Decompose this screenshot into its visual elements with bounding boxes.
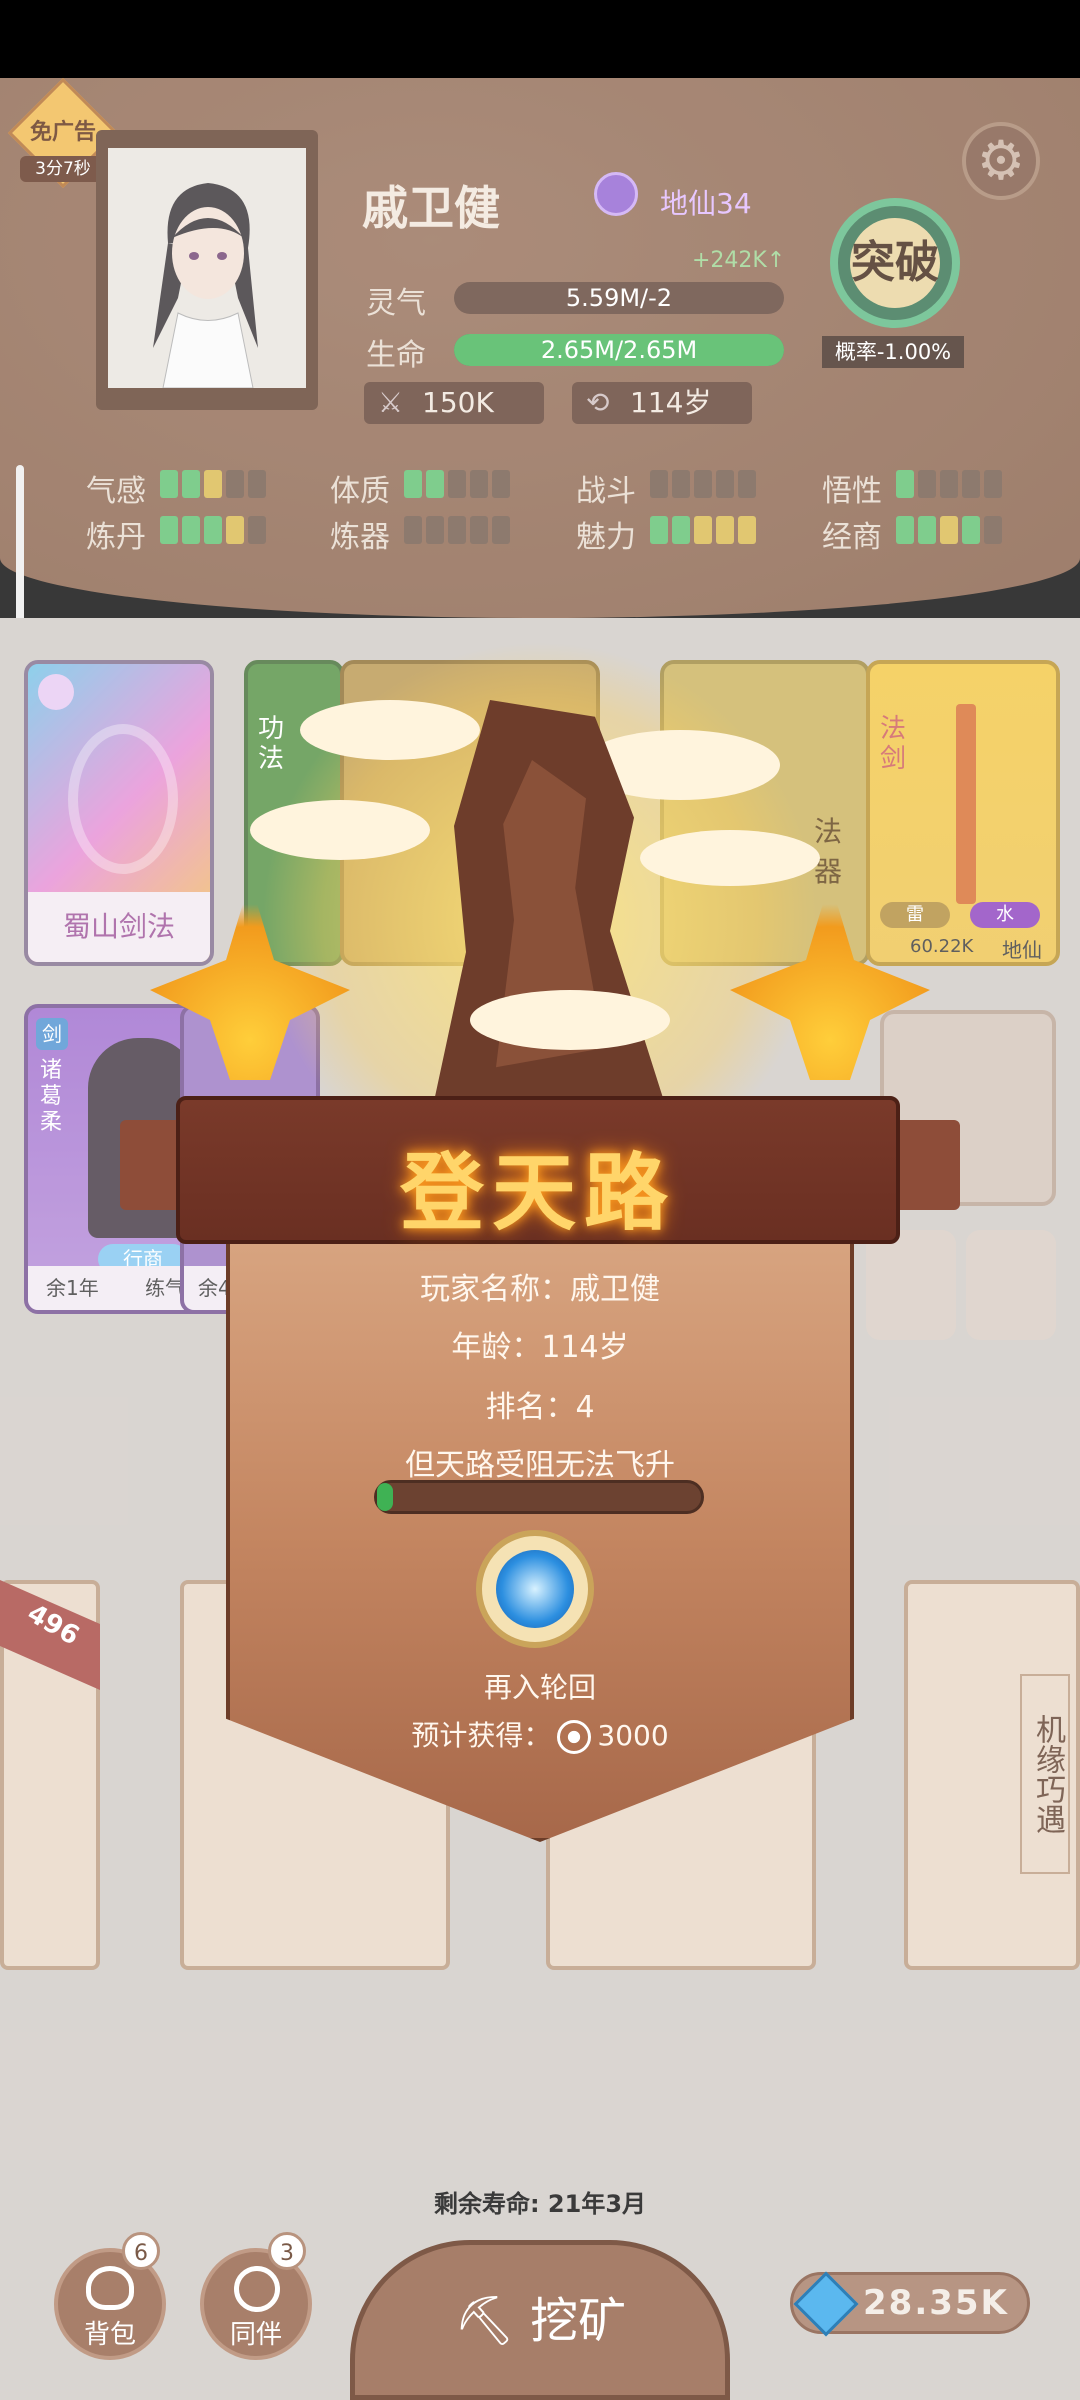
modal-age: 年龄：114岁: [451, 1330, 629, 1365]
vortex-icon: [496, 1550, 574, 1628]
modal-title: 登天路: [399, 1144, 676, 1242]
reward-value: 3000: [597, 1719, 669, 1752]
crystal-currency[interactable]: 28.35K: [790, 2271, 1030, 2337]
modal-rank: 排名：4: [485, 1390, 595, 1425]
cloud-decor: [250, 800, 430, 860]
crystal-count: 28.35K: [863, 2283, 1009, 2323]
crystal-icon: [793, 2271, 859, 2337]
person-icon: [234, 2266, 280, 2312]
mine-button[interactable]: ⛏ 挖矿: [350, 2240, 730, 2400]
modal-player-name: 玩家名称：戚卫健: [420, 1272, 660, 1307]
companion-label: 同伴: [229, 2320, 282, 2350]
reward-line: 预计获得： 3000: [411, 1719, 669, 1754]
modal-status: 但天路受阻无法飞升: [405, 1448, 675, 1483]
bag-label: 背包: [83, 2320, 136, 2350]
ascension-progress: [374, 1480, 704, 1514]
modal-title-banner: 登天路: [176, 1096, 900, 1244]
mine-label: ⛏ 挖矿: [453, 2293, 627, 2349]
cloud-decor: [640, 830, 820, 886]
bag-icon: [86, 2266, 134, 2310]
bag-count: 6: [122, 2232, 160, 2270]
status-bar: [0, 0, 1080, 78]
reincarnation-point-icon: [557, 1720, 592, 1754]
cloud-decor: [470, 990, 670, 1050]
remaining-lifespan: 剩余寿命: 21年3月: [433, 2190, 647, 2218]
cloud-decor: [300, 700, 480, 760]
ascension-progress-fill: [377, 1483, 394, 1511]
pickaxe-icon: ⛏: [453, 2293, 515, 2349]
reincarnate-label[interactable]: 再入轮回: [226, 1666, 854, 1706]
companion-count: 3: [268, 2232, 306, 2270]
reincarnate-button[interactable]: [476, 1530, 594, 1648]
